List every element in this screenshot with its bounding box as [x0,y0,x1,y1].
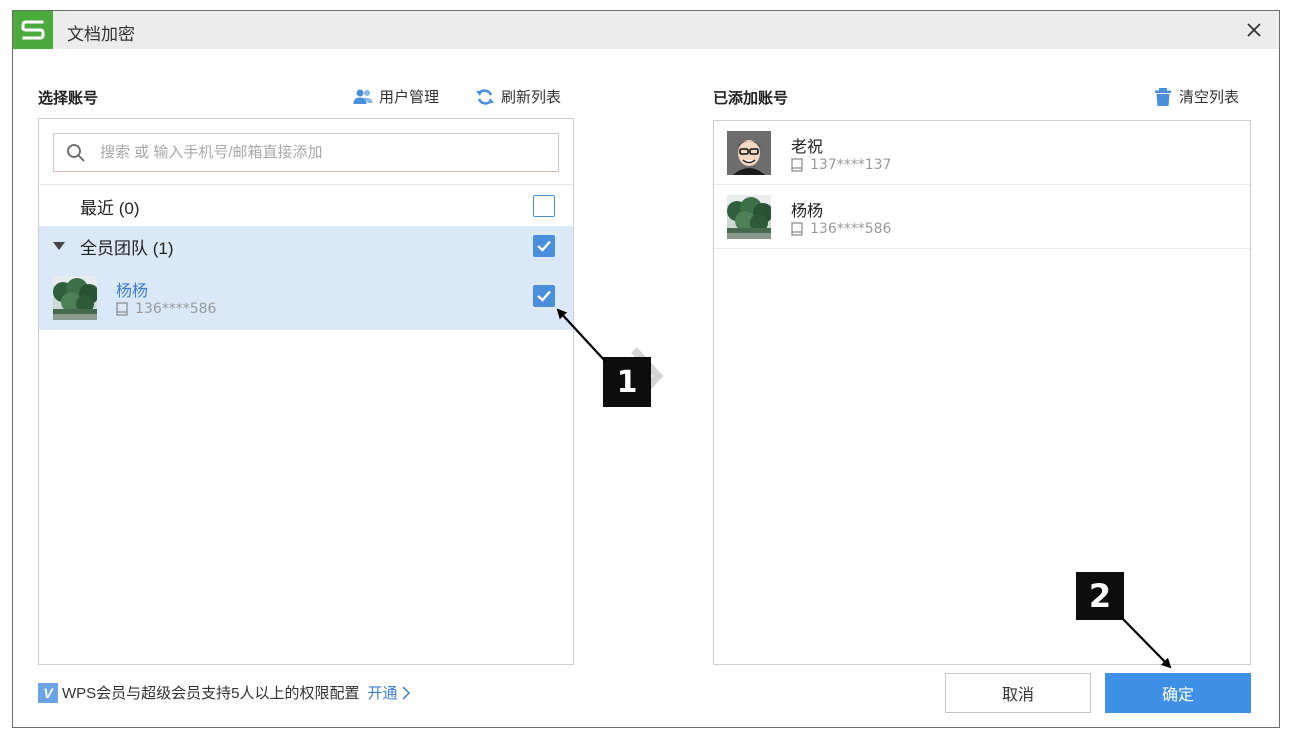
vip-icon: V [38,682,58,703]
avatar [53,276,97,320]
added-row: 杨杨 136****586 [714,185,1250,249]
tree-photo-avatar [53,276,97,320]
chevron-right-icon [402,685,410,700]
phone-icon [116,302,128,316]
encrypt-dialog: 文档加密 选择账号 用户管理 刷新列表 搜索 或 输入手机号/邮箱直接添加 最近… [12,10,1280,728]
refresh-list-link[interactable]: 刷新列表 [475,86,561,107]
annotation-marker-2: 2 [1076,572,1124,620]
added-member-name: 杨杨 [791,203,824,220]
added-member-phone: 136****586 [791,221,891,237]
added-account-title: 已添加账号 [713,90,789,107]
avatar [727,195,771,239]
search-icon [67,143,85,162]
vip-note: V WPS会员与超级会员支持5人以上的权限配置 开通 [38,682,410,703]
annotation-marker-1: 1 [603,357,651,407]
group-recent-label: 最近 (0) [80,198,140,218]
ok-button[interactable]: 确定 [1105,673,1251,713]
window-title: 文档加密 [67,25,135,44]
group-all-team[interactable]: 全员团队 (1) [39,226,573,266]
tree-photo-avatar [727,195,771,239]
member-phone: 136****586 [116,301,216,317]
avatar [727,131,771,175]
users-icon [353,89,373,104]
close-button[interactable] [1241,17,1267,43]
team-checkbox[interactable] [533,235,555,257]
panel-divider [39,184,573,185]
open-vip-link[interactable]: 开通 [368,682,410,703]
wps-logo-icon [13,11,53,49]
check-icon [537,240,551,252]
cancel-button[interactable]: 取消 [945,673,1091,713]
phone-icon [791,158,803,172]
logo-s-glyph [21,20,45,40]
group-recent[interactable]: 最近 (0) [39,186,573,226]
account-select-panel: 最近 (0) 全员团队 (1) [38,118,574,665]
member-phone-text: 136****586 [135,301,217,317]
added-member-name: 老祝 [791,139,824,156]
clear-list-link[interactable]: 清空列表 [1153,86,1239,107]
added-member-phone-text: 137****137 [810,157,892,173]
open-vip-label: 开通 [367,685,398,702]
added-member-phone-text: 136****586 [810,221,892,237]
member-row[interactable]: 杨杨 136****586 [39,266,573,330]
refresh-icon [476,88,494,105]
user-manage-label: 用户管理 [379,89,440,106]
clear-list-label: 清空列表 [1179,89,1240,106]
member-checkbox[interactable] [533,285,555,307]
added-account-panel: 老祝 137****137 杨杨 136****586 [713,120,1251,665]
search-input[interactable] [100,144,540,161]
phone-icon [791,222,803,236]
added-row: 老祝 137****137 [714,121,1250,185]
vip-note-text: WPS会员与超级会员支持5人以上的权限配置 [62,685,360,702]
recent-checkbox[interactable] [533,195,555,217]
caret-down-icon[interactable] [53,241,65,251]
group-team-label: 全员团队 (1) [80,238,174,258]
refresh-list-label: 刷新列表 [501,89,562,106]
user-manage-link[interactable]: 用户管理 [353,86,439,107]
check-icon [537,290,551,302]
close-icon [1247,23,1261,37]
select-account-title: 选择账号 [38,90,99,107]
title-bar: 文档加密 [13,11,1279,49]
added-member-phone: 137****137 [791,157,891,173]
cartoon-face-avatar [727,131,771,175]
search-box [53,133,559,172]
trash-icon [1155,87,1171,106]
member-name: 杨杨 [116,283,149,300]
